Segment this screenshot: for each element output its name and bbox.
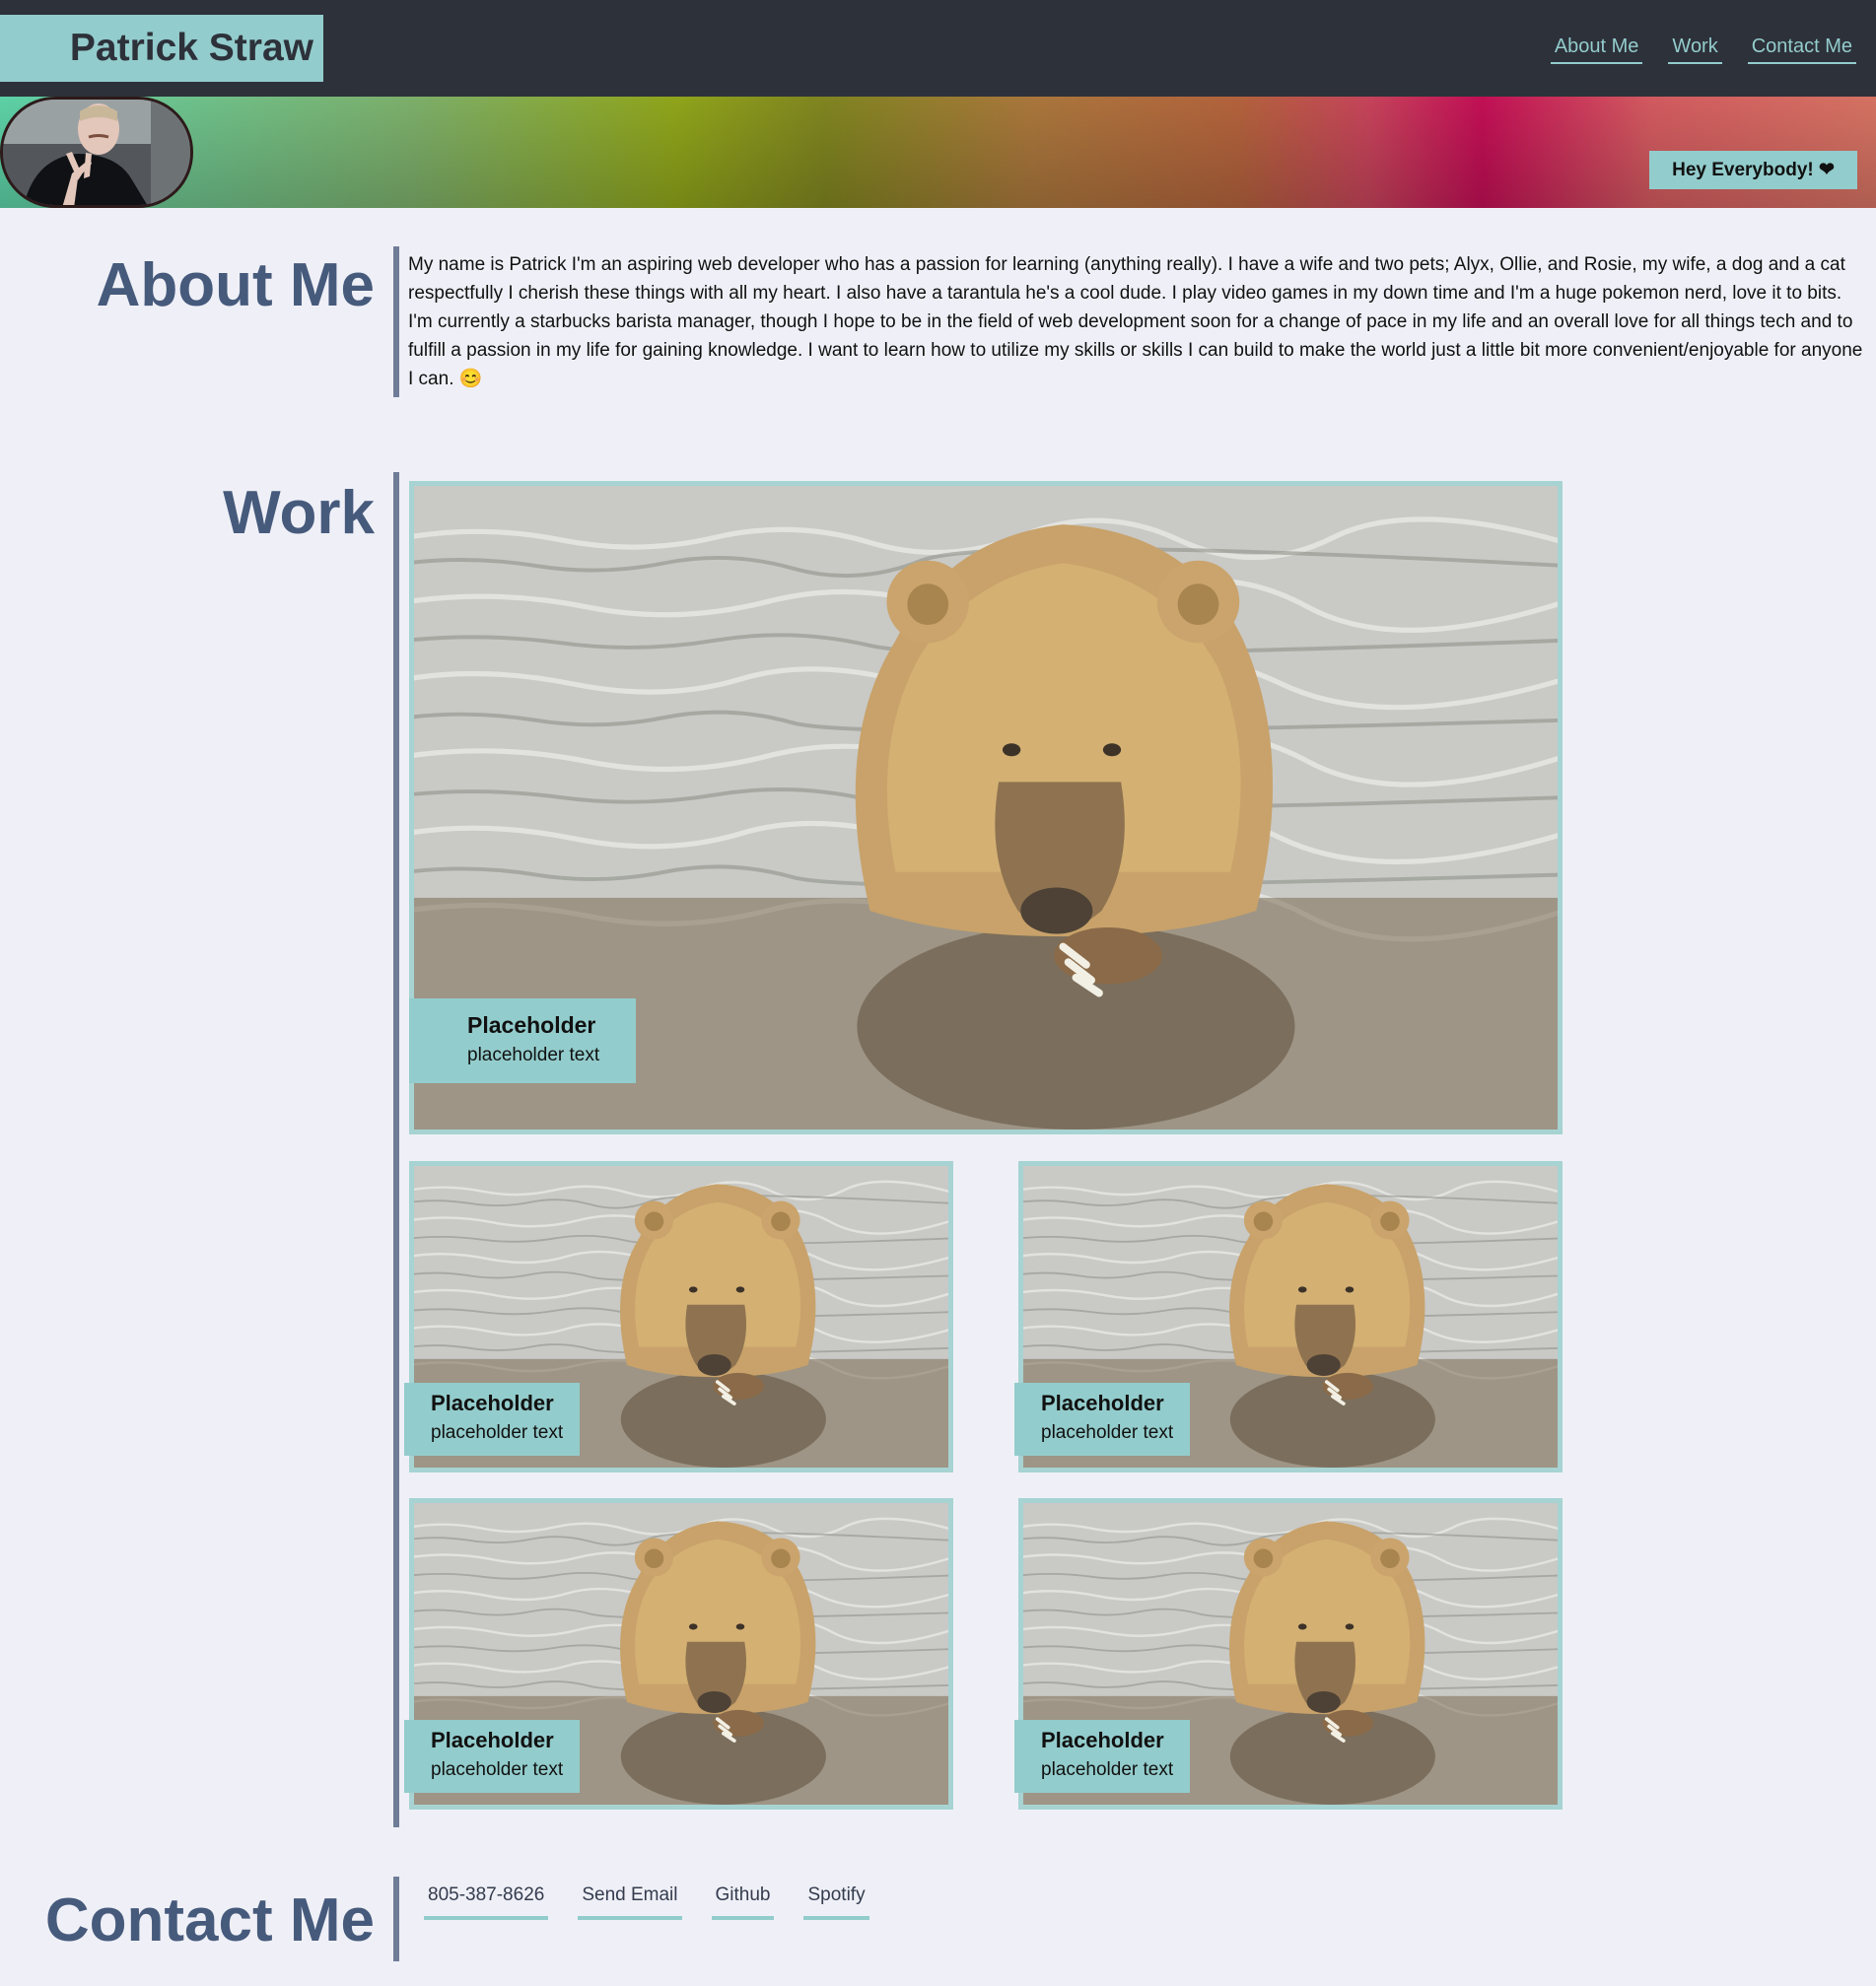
project-caption: Placeholder placeholder text [1014, 1720, 1190, 1793]
work-heading: Work [223, 479, 375, 547]
project-caption: Placeholder placeholder text [1014, 1383, 1190, 1456]
nav-link-about-me[interactable]: About Me [1550, 35, 1643, 64]
work-divider [393, 472, 399, 1827]
contact-links: 805-387-8626 Send Email Github Spotify [424, 1884, 869, 1920]
about-me-text: My name is Patrick I'm an aspiring web d… [408, 254, 1863, 389]
site-brand-name[interactable]: Patrick Straw [0, 15, 323, 82]
about-me-heading: About Me [96, 251, 375, 319]
hero-gradient-banner [0, 97, 1876, 208]
avatar-photo [3, 100, 190, 205]
project-subtitle: placeholder text [467, 1045, 600, 1065]
project-subtitle: placeholder text [431, 1759, 564, 1780]
avatar [0, 97, 193, 208]
project-title: Placeholder [431, 1391, 554, 1415]
project-caption: Placeholder placeholder text [409, 998, 636, 1083]
project-title: Placeholder [1041, 1728, 1164, 1752]
contact-link-github[interactable]: Github [711, 1884, 775, 1920]
about-divider [393, 246, 399, 397]
contact-link-email[interactable]: Send Email [578, 1884, 682, 1920]
contact-divider [393, 1877, 399, 1961]
project-subtitle: placeholder text [431, 1422, 564, 1443]
contact-link-phone[interactable]: 805-387-8626 [424, 1884, 549, 1920]
project-title: Placeholder [1041, 1391, 1164, 1415]
project-caption: Placeholder placeholder text [404, 1720, 580, 1793]
nav-link-contact-me[interactable]: Contact Me [1747, 35, 1856, 64]
project-subtitle: placeholder text [1041, 1759, 1174, 1780]
main-nav: About Me Work Contact Me [1550, 35, 1856, 64]
greeting-badge: Hey Everybody! ❤ [1649, 151, 1857, 189]
project-title: Placeholder [467, 1012, 596, 1038]
contact-link-spotify[interactable]: Spotify [803, 1884, 869, 1920]
project-caption: Placeholder placeholder text [404, 1383, 580, 1456]
project-subtitle: placeholder text [1041, 1422, 1174, 1443]
nav-link-work[interactable]: Work [1668, 35, 1722, 64]
contact-me-heading: Contact Me [44, 1886, 375, 1954]
project-title: Placeholder [431, 1728, 554, 1752]
